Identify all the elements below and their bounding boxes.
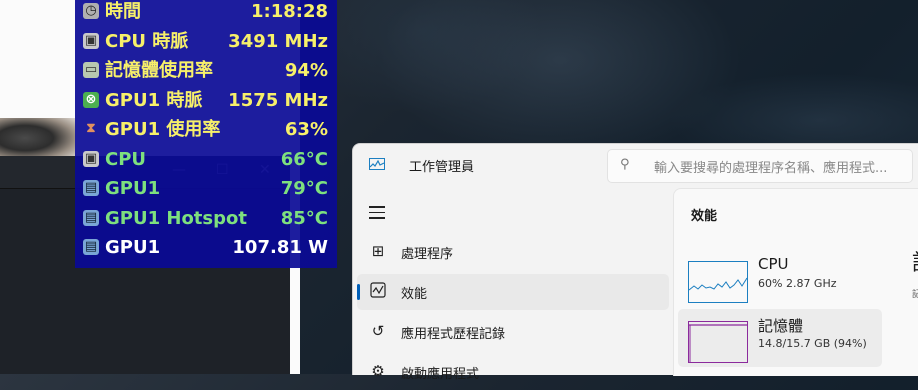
search-placeholder: 輸入要搜尋的處理程序名稱、應用程式...	[654, 161, 888, 176]
osd-value: 66°C	[280, 148, 328, 170]
task-manager-window: 工作管理員 ⚲ 輸入要搜尋的處理程序名稱、應用程式... ⊞ 處理程序 效能 ↺…	[352, 143, 918, 382]
osd-label: GPU1 Hotspot	[105, 207, 247, 229]
hamburger-menu-icon[interactable]	[369, 206, 385, 223]
osd-row: ▣ CPU 66°C	[75, 145, 337, 174]
osd-label: GPU1	[105, 237, 161, 258]
detail-subheading: 記	[912, 290, 918, 300]
hourglass-icon: ⧗	[86, 121, 96, 136]
card-detail: 60% 2.87 GHz	[758, 277, 837, 290]
nav-item-startup-apps[interactable]: ⚙ 啟動應用程式	[357, 354, 669, 390]
task-manager-app-icon	[369, 158, 385, 170]
startup-apps-icon: ⚙	[371, 362, 385, 380]
osd-row: ⊗ GPU1 時脈 1575 MHz	[75, 86, 337, 115]
processes-icon: ⊞	[371, 242, 385, 260]
osd-value: 107.81 W	[232, 237, 328, 258]
card-detail: 14.8/15.7 GB (94%)	[758, 337, 867, 350]
clock-icon: ◷	[83, 3, 99, 19]
osd-label: 時間	[105, 1, 141, 22]
nav-item-app-history[interactable]: ↺ 應用程式歷程記錄	[357, 314, 669, 350]
cpu-icon: ▣	[83, 150, 99, 167]
panel-title: 效能	[691, 209, 718, 224]
memory-graph	[688, 321, 748, 363]
osd-row: ⧗ GPU1 使用率 63%	[75, 115, 337, 144]
nav-item-performance[interactable]: 效能	[357, 274, 669, 310]
osd-value: 85°C	[280, 207, 328, 229]
osd-value: 1575 MHz	[228, 89, 328, 111]
osd-value: 94%	[284, 60, 328, 81]
gpu-icon: ▤	[83, 239, 99, 255]
osd-row: ▤ GPU1 Hotspot 85°C	[75, 204, 337, 233]
card-name: CPU	[758, 255, 789, 273]
app-history-icon: ↺	[371, 322, 385, 340]
gpu-icon: ▤	[83, 180, 99, 196]
nav-label: 處理程序	[401, 247, 454, 262]
nav-label: 效能	[401, 287, 428, 302]
xbox-icon: ⊗	[83, 91, 99, 108]
performance-icon	[369, 282, 387, 300]
hardware-monitor-osd: ◷ 時間 1:18:28 ▣ CPU 時脈 3491 MHz ▭ 記憶體使用率 94% ⊗ GPU1…	[75, 0, 337, 268]
osd-value: 1:18:28	[250, 1, 328, 22]
osd-value: 3491 MHz	[228, 30, 328, 52]
ram-icon: ▭	[83, 62, 99, 78]
cpu-icon: ▣	[83, 32, 99, 49]
perf-card-memory[interactable]: 記憶體 14.8/15.7 GB (94%)	[678, 309, 882, 367]
osd-label: GPU1 時脈	[105, 89, 203, 111]
cpu-graph	[688, 261, 748, 303]
osd-label: GPU1 使用率	[105, 119, 221, 140]
osd-row: ▤ GPU1 79°C	[75, 174, 337, 203]
osd-label: CPU	[105, 148, 147, 170]
osd-row: ▤ GPU1 107.81 W	[75, 233, 337, 262]
perf-card-cpu[interactable]: CPU 60% 2.87 GHz	[678, 249, 882, 307]
nav-label: 應用程式歷程記錄	[401, 327, 506, 342]
search-icon: ⚲	[620, 157, 630, 172]
nav-item-processes[interactable]: ⊞ 處理程序	[357, 234, 669, 270]
osd-row: ▭ 記憶體使用率 94%	[75, 56, 337, 85]
search-input[interactable]: ⚲ 輸入要搜尋的處理程序名稱、應用程式...	[607, 149, 913, 183]
osd-row: ◷ 時間 1:18:28	[75, 0, 337, 26]
card-name: 記憶體	[758, 317, 804, 335]
performance-panel: 效能 CPU 60% 2.87 GHz 記憶體 14.8/15.7 GB (94…	[673, 188, 918, 376]
osd-value: 79°C	[280, 178, 328, 199]
osd-label: GPU1	[105, 178, 161, 199]
nav-label: 啟動應用程式	[401, 367, 480, 382]
window-title: 工作管理員	[409, 160, 475, 175]
gpu-icon: ▤	[83, 209, 99, 226]
osd-label: CPU 時脈	[105, 30, 189, 52]
osd-row: ▣ CPU 時脈 3491 MHz	[75, 27, 337, 56]
osd-label: 記憶體使用率	[105, 60, 213, 81]
osd-value: 63%	[284, 119, 328, 140]
detail-heading: 記	[912, 245, 918, 277]
